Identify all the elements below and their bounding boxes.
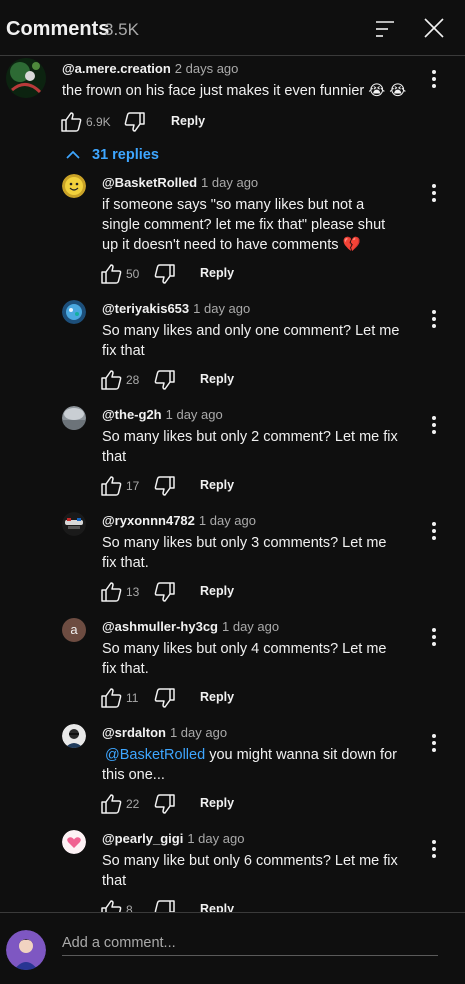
more-options-icon[interactable] bbox=[426, 626, 442, 648]
main-comment: @a.mere.creation 2 days ago the frown on … bbox=[0, 58, 465, 148]
like-count: 6.9K bbox=[86, 115, 111, 129]
thumbs-down-icon[interactable] bbox=[154, 581, 176, 603]
comments-title: Comments bbox=[6, 18, 110, 40]
avatar-letter: a bbox=[70, 622, 78, 637]
reply-time: 1 day ago bbox=[222, 619, 280, 634]
reply-text: So many like but only 6 comments? Let me… bbox=[102, 853, 398, 889]
thumbs-down-icon[interactable] bbox=[154, 263, 176, 285]
thumbs-up-icon[interactable] bbox=[100, 475, 122, 497]
reply-button[interactable]: Reply bbox=[200, 478, 234, 492]
reply-author[interactable]: @teriyakis653 bbox=[102, 301, 189, 316]
reply-comment: @BasketRolled 1 day ago if someone says "… bbox=[0, 174, 465, 284]
reply-button[interactable]: Reply bbox=[200, 796, 234, 810]
thumbs-down-icon[interactable] bbox=[154, 475, 176, 497]
comments-panel: Comments 3.5K @a.mere.creation 2 days ago… bbox=[0, 0, 465, 984]
person-avatar[interactable] bbox=[62, 724, 86, 748]
reply-author[interactable]: @pearly_gigi bbox=[102, 831, 183, 846]
thumbs-down-icon[interactable] bbox=[154, 369, 176, 391]
reply-actions: 50 Reply bbox=[100, 263, 240, 285]
reply-button[interactable]: Reply bbox=[200, 372, 234, 386]
like-count: 50 bbox=[126, 267, 140, 281]
reply-comment: @teriyakis653 1 day ago So many likes and… bbox=[0, 300, 465, 392]
add-comment-input[interactable] bbox=[62, 931, 438, 956]
comment-text: the frown on his face just makes it even… bbox=[62, 83, 407, 99]
replies-count-label: 31 replies bbox=[92, 147, 159, 163]
heart-avatar[interactable] bbox=[62, 830, 86, 854]
reply-author[interactable]: @srdalton bbox=[102, 725, 166, 740]
more-options-icon[interactable] bbox=[426, 838, 442, 860]
thumbs-down-icon[interactable] bbox=[154, 687, 176, 709]
car-avatar[interactable] bbox=[62, 512, 86, 536]
reply-time: 1 day ago bbox=[165, 407, 223, 422]
comments-header: Comments 3.5K bbox=[0, 0, 465, 56]
reply-time: 1 day ago bbox=[198, 513, 256, 528]
reply-author[interactable]: @the-g2h bbox=[102, 407, 162, 422]
reply-time: 1 day ago bbox=[193, 301, 251, 316]
thumbs-down-icon[interactable] bbox=[124, 111, 146, 133]
reply-text: @BasketRolled you might wanna sit down f… bbox=[102, 745, 422, 785]
more-options-icon[interactable] bbox=[426, 68, 442, 90]
reply-actions: 13 Reply bbox=[100, 581, 240, 603]
thumbs-up-icon[interactable] bbox=[60, 111, 82, 133]
reply-button[interactable]: Reply bbox=[171, 114, 205, 128]
reply-actions: 17 Reply bbox=[100, 475, 240, 497]
reply-time: 1 day ago bbox=[201, 175, 259, 190]
like-count: 17 bbox=[126, 479, 140, 493]
blue-creature-avatar[interactable] bbox=[62, 300, 86, 324]
reply-text: So many likes but only 4 comments? Let m… bbox=[102, 641, 387, 677]
comment-actions: 6.9K Reply bbox=[60, 111, 240, 133]
sort-icon[interactable] bbox=[372, 16, 398, 42]
reply-button[interactable]: Reply bbox=[200, 690, 234, 704]
chevron-up-icon bbox=[66, 150, 80, 159]
reply-comment: @the-g2h 1 day ago So many likes but only… bbox=[0, 406, 465, 498]
smiley-avatar[interactable] bbox=[62, 174, 86, 198]
comment-time: 2 days ago bbox=[174, 61, 239, 76]
thumbs-up-icon[interactable] bbox=[100, 793, 122, 815]
mention-link[interactable]: @BasketRolled bbox=[105, 747, 205, 763]
like-count: 28 bbox=[126, 373, 140, 387]
reply-time: 1 day ago bbox=[187, 831, 245, 846]
like-count: 22 bbox=[126, 797, 140, 811]
thumbs-up-icon[interactable] bbox=[100, 369, 122, 391]
letter-avatar[interactable]: a bbox=[62, 618, 86, 642]
reply-author[interactable]: @ashmuller-hy3cg bbox=[102, 619, 218, 634]
reply-author[interactable]: @BasketRolled bbox=[102, 175, 197, 190]
reply-comment: @pearly_gigi 1 day ago So many like but o… bbox=[0, 830, 465, 922]
reply-actions: 28 Reply bbox=[100, 369, 240, 391]
reply-comment: @ryxonnn4782 1 day ago So many likes but … bbox=[0, 512, 465, 604]
reply-comment: a @ashmuller-hy3cg 1 day ago So many like… bbox=[0, 618, 465, 710]
comment-author[interactable]: @a.mere.creation bbox=[62, 61, 171, 76]
reply-text: if someone says "so many likes but not a… bbox=[102, 197, 386, 253]
thumbs-up-icon[interactable] bbox=[100, 687, 122, 709]
reply-button[interactable]: Reply bbox=[200, 584, 234, 598]
user-avatar[interactable] bbox=[6, 930, 46, 970]
more-options-icon[interactable] bbox=[426, 308, 442, 330]
close-icon[interactable] bbox=[420, 14, 448, 42]
add-comment-bar bbox=[0, 912, 465, 984]
more-options-icon[interactable] bbox=[426, 414, 442, 436]
reply-time: 1 day ago bbox=[169, 725, 228, 740]
reply-actions: 22 Reply bbox=[100, 793, 240, 815]
comments-count: 3.5K bbox=[104, 20, 139, 39]
joker-avatar[interactable] bbox=[6, 58, 46, 98]
more-options-icon[interactable] bbox=[426, 182, 442, 204]
grey-sphere-avatar[interactable] bbox=[62, 406, 86, 430]
reply-text: So many likes but only 2 comment? Let me… bbox=[102, 429, 398, 465]
like-count: 13 bbox=[126, 585, 140, 599]
more-options-icon[interactable] bbox=[426, 732, 442, 754]
thumbs-down-icon[interactable] bbox=[154, 793, 176, 815]
reply-button[interactable]: Reply bbox=[200, 266, 234, 280]
more-options-icon[interactable] bbox=[426, 520, 442, 542]
like-count: 11 bbox=[126, 691, 139, 705]
reply-text: So many likes and only one comment? Let … bbox=[102, 323, 400, 359]
thumbs-up-icon[interactable] bbox=[100, 581, 122, 603]
reply-actions: 11 Reply bbox=[100, 687, 240, 709]
reply-text: So many likes but only 3 comments? Let m… bbox=[102, 535, 387, 571]
reply-author[interactable]: @ryxonnn4782 bbox=[102, 513, 195, 528]
reply-comment: @srdalton 1 day ago @BasketRolled you mig… bbox=[0, 724, 465, 816]
thumbs-up-icon[interactable] bbox=[100, 263, 122, 285]
